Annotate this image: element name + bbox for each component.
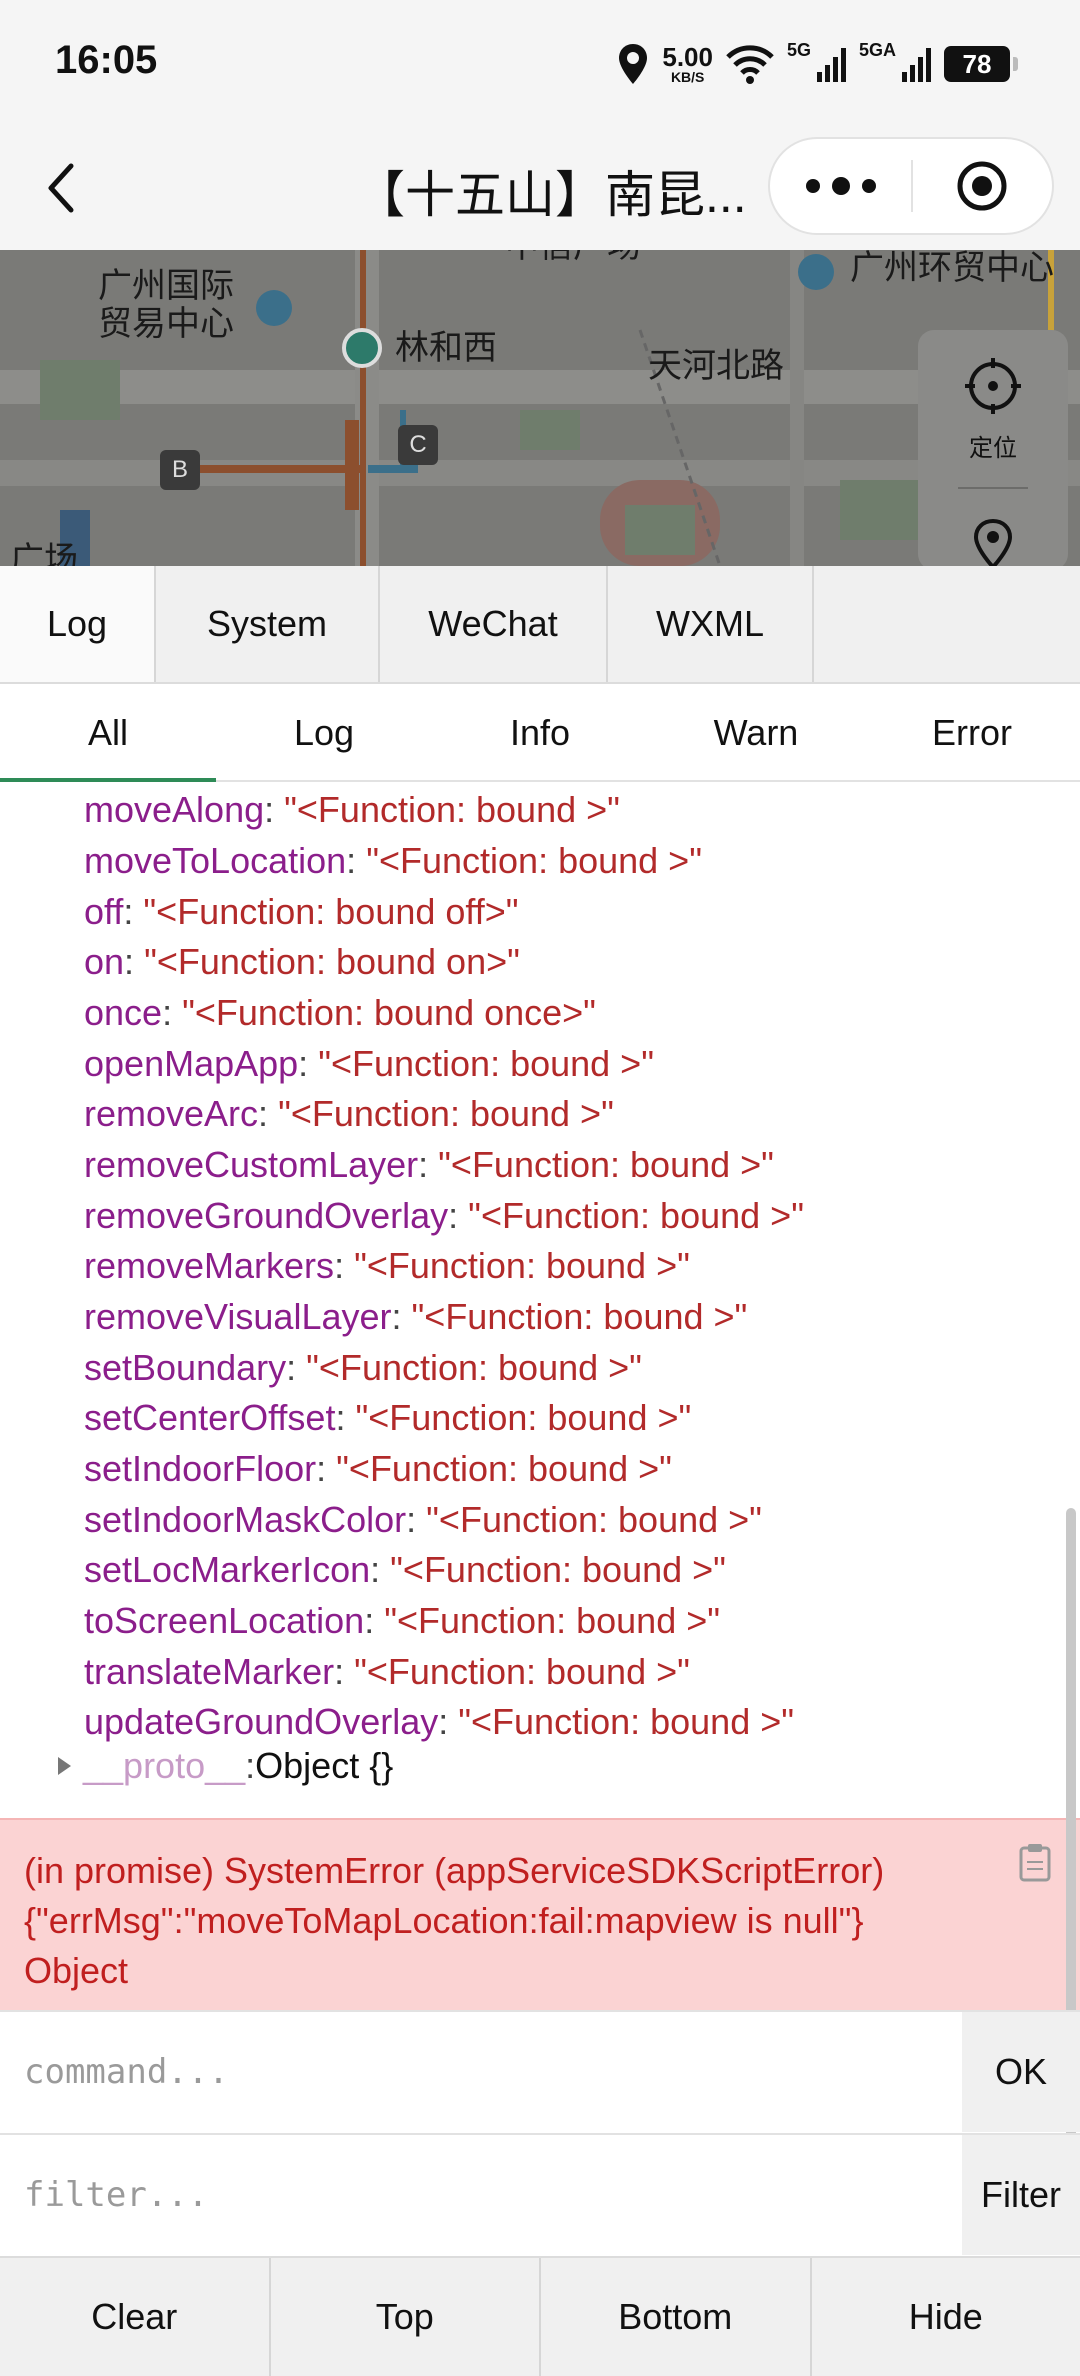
error-message: (in promise) SystemError (appServiceSDKS… (24, 1850, 885, 1991)
log-prop-line: setIndoorFloor: "<Function: bound >" (84, 1448, 672, 1489)
log-prop-line: setCenterOffset: "<Function: bound >" (84, 1397, 692, 1438)
filter-input[interactable] (0, 2135, 960, 2255)
close-miniprogram-button[interactable] (913, 139, 1052, 233)
clear-button[interactable]: Clear (0, 2258, 271, 2376)
log-panel[interactable]: moveAlong: "<Function: bound >" moveToLo… (0, 784, 1080, 2010)
map-pin-icon (973, 518, 1013, 566)
filter-tab-log[interactable]: Log (216, 686, 432, 780)
map-label: 天河北路 (648, 346, 784, 386)
log-prop-line: removeVisualLayer: "<Function: bound >" (84, 1296, 748, 1337)
wifi-icon (725, 40, 775, 88)
filter-row: Filter (0, 2133, 1080, 2255)
mini-program-capsule (768, 137, 1054, 235)
log-prop-line: setLocMarkerIcon: "<Function: bound >" (84, 1549, 726, 1590)
filter-tab-all[interactable]: All (0, 686, 216, 782)
copy-button[interactable] (1018, 1842, 1052, 1887)
log-prop-line: removeMarkers: "<Function: bound >" (84, 1245, 690, 1286)
log-prop-line: removeGroundOverlay: "<Function: bound >… (84, 1195, 804, 1236)
status-icons: 5.00 KB/S 5G 5GA 78 (616, 40, 1018, 88)
log-prop-line: off: "<Function: bound off>" (84, 891, 519, 932)
map-pin-button[interactable] (970, 518, 1016, 566)
net-speed-unit: KB/S (670, 69, 705, 85)
log-prop-line: removeArc: "<Function: bound >" (84, 1093, 614, 1134)
log-prop-line: setBoundary: "<Function: bound >" (84, 1347, 642, 1388)
crosshair-icon (965, 358, 1021, 414)
log-prop-line: removeCustomLayer: "<Function: bound >" (84, 1144, 774, 1185)
log-prop-line: updateGroundOverlay: "<Function: bound >… (84, 1701, 795, 1742)
map-label: 广州国际 (98, 266, 234, 306)
log-prop-line: once: "<Function: bound once>" (84, 992, 596, 1033)
filter-tab-warn[interactable]: Warn (648, 686, 864, 780)
log-prop-line: on: "<Function: bound on>" (84, 941, 520, 982)
building-icon (256, 290, 292, 326)
vconsole-tabs: Log System WeChat WXML (0, 566, 1080, 684)
log-prop-line: setIndoorMaskColor: "<Function: bound >" (84, 1499, 762, 1540)
locate-label: 定位 (969, 435, 1017, 462)
tab-wxml[interactable]: WXML (608, 566, 814, 682)
controls-divider (958, 487, 1028, 489)
map-controls: 定位 (918, 330, 1068, 566)
building-icon (798, 254, 834, 290)
tab-wechat[interactable]: WeChat (380, 566, 608, 682)
tab-system[interactable]: System (156, 566, 380, 682)
log-prop-line: translateMarker: "<Function: bound >" (84, 1651, 690, 1692)
filter-button[interactable]: Filter (962, 2135, 1080, 2255)
command-row: OK (0, 2010, 1080, 2132)
page-title: 【十五山】南昆... (355, 167, 747, 223)
location-icon (616, 40, 650, 88)
locate-button[interactable] (965, 358, 1021, 419)
error-log-entry: (in promise) SystemError (appServiceSDKS… (0, 1818, 1080, 2010)
map-label: 广州环贸中心 (850, 250, 1054, 288)
metro-station-icon (342, 328, 382, 368)
tab-log[interactable]: Log (0, 566, 156, 682)
command-input[interactable] (0, 2012, 960, 2132)
hide-button[interactable]: Hide (812, 2258, 1080, 2376)
log-prop-line: openMapApp: "<Function: bound >" (84, 1043, 654, 1084)
signal2-label: 5GA (858, 40, 896, 60)
back-button[interactable] (30, 153, 90, 223)
more-dot-icon (805, 179, 820, 193)
battery-level: 78 (962, 48, 992, 79)
more-dot-icon (861, 179, 876, 193)
log-prop-line: moveToLocation: "<Function: bound >" (84, 840, 702, 881)
expand-triangle-icon (58, 1757, 71, 1775)
chevron-left-icon (48, 163, 74, 213)
log-prop-line: moveAlong: "<Function: bound >" (84, 789, 620, 830)
map-label: 贸易中心 (98, 304, 234, 344)
log-level-tabs: All Log Info Warn Error (0, 686, 1080, 782)
filter-tab-error[interactable]: Error (864, 686, 1080, 780)
map-label: 广场 (10, 540, 78, 566)
log-prop-line: toScreenLocation: "<Function: bound >" (84, 1600, 721, 1641)
map-view[interactable]: 广州国际 贸易中心 林和西 天河北路 广州环贸中心 中信广场 广场 B C 定位 (0, 250, 1080, 566)
status-time: 16:05 (55, 38, 158, 82)
map-badge-c: C (398, 425, 438, 465)
battery-icon: 78 (944, 46, 1018, 82)
proto-toggle[interactable]: __proto__: Object {} (58, 1748, 393, 1784)
filter-tab-info[interactable]: Info (432, 686, 648, 780)
map-label: 中信广场 (505, 250, 641, 265)
signal-icon (816, 40, 847, 88)
more-button[interactable] (770, 139, 911, 233)
map-label: 林和西 (395, 328, 497, 368)
map-badge-b: B (160, 450, 200, 490)
signal-icon-2 (902, 40, 932, 88)
net-speed-value: 5.00 (662, 42, 713, 72)
more-dot-icon (831, 177, 850, 195)
nav-bar: 【十五山】南昆... (0, 125, 1080, 250)
target-close-icon (957, 161, 1007, 211)
top-button[interactable]: Top (271, 2258, 541, 2376)
net-speed: 5.00 KB/S (662, 44, 713, 84)
ok-button[interactable]: OK (962, 2012, 1080, 2132)
clipboard-icon (1019, 1844, 1051, 1882)
bottom-toolbar: Clear Top Bottom Hide (0, 2256, 1080, 2376)
status-bar: 16:05 5.00 KB/S 5G 5GA 78 (0, 0, 1080, 125)
signal1-label: 5G (786, 40, 811, 60)
bottom-button[interactable]: Bottom (541, 2258, 812, 2376)
